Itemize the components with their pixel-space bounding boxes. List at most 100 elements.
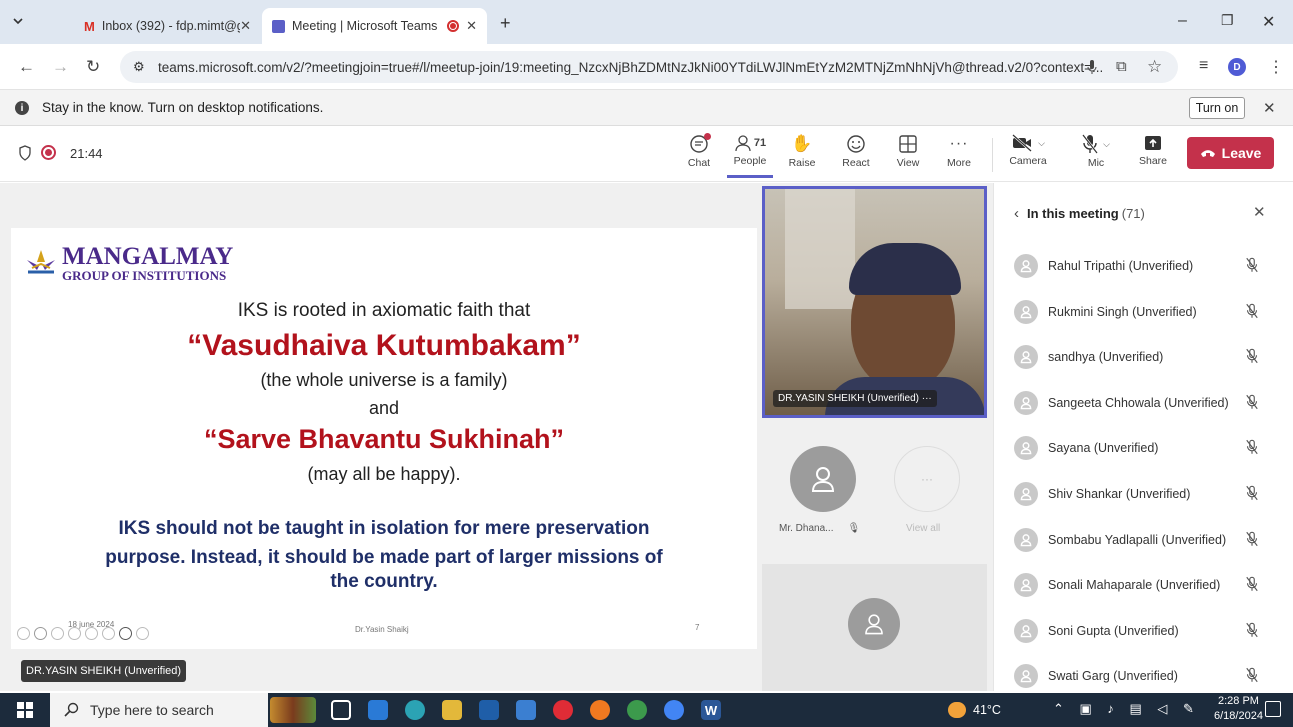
participant-row[interactable]: Rahul Tripathi (Unverified): [1014, 251, 1274, 281]
chevron-down-icon[interactable]: ⌵: [1038, 138, 1045, 149]
browser-menu-icon[interactable]: ⋮: [1268, 57, 1284, 77]
weather-icon: [948, 702, 966, 718]
url-text: teams.microsoft.com/v2/?meetingjoin=true…: [158, 59, 1104, 75]
forward-icon[interactable]: →: [52, 57, 69, 77]
participant-name: Rahul Tripathi (Unverified): [1048, 259, 1194, 273]
chrome-active-icon[interactable]: [664, 700, 684, 720]
participant-row[interactable]: Sangeeta Chhowala (Unverified): [1014, 388, 1274, 418]
restore-button[interactable]: ❐: [1221, 12, 1234, 29]
store-icon[interactable]: [479, 700, 499, 720]
participant-tile-dhana[interactable]: [790, 446, 856, 512]
reload-icon[interactable]: ↻: [86, 57, 100, 77]
avatar: [1014, 527, 1038, 552]
participant-row[interactable]: Shiv Shankar (Unverified): [1014, 479, 1274, 509]
mic-off-icon: [1246, 303, 1258, 319]
people-button[interactable]: 71 People: [727, 134, 773, 178]
view-all-tile[interactable]: ···: [894, 446, 960, 512]
participant-name: Swati Garg (Unverified): [1048, 669, 1178, 684]
url-field[interactable]: ⚙ teams.microsoft.com/v2/?meetingjoin=tr…: [120, 51, 1178, 83]
slide-nav-controls[interactable]: [17, 627, 149, 640]
notifications-icon[interactable]: [1265, 701, 1281, 717]
people-panel: ‹ In this meeting (71) ✕ Rahul Tripathi …: [993, 183, 1293, 691]
close-panel-icon[interactable]: ✕: [1253, 203, 1266, 221]
windows-start-icon[interactable]: [17, 702, 33, 718]
chat-button[interactable]: Chat: [676, 133, 722, 178]
participant-row[interactable]: Rukmini Singh (Unverified): [1014, 297, 1274, 327]
participant-row[interactable]: Sayana (Unverified): [1014, 433, 1274, 463]
participant-row[interactable]: Swati Garg (Unverified): [1014, 661, 1274, 691]
bookmark-star-icon[interactable]: ☆: [1147, 57, 1162, 77]
mic-off-icon: [1082, 134, 1099, 154]
mail-app-icon[interactable]: [368, 700, 388, 720]
avatar: [1014, 664, 1038, 689]
app-icon[interactable]: [516, 700, 536, 720]
hand-icon: ✋: [791, 134, 813, 153]
avatar: [1014, 573, 1038, 598]
raise-hand-button[interactable]: ✋ Raise: [779, 134, 825, 178]
share-button[interactable]: Share: [1130, 134, 1176, 178]
chevron-down-icon[interactable]: ⌵: [1103, 139, 1110, 150]
more-label: More: [947, 157, 971, 169]
meeting-timer: 21:44: [70, 146, 103, 161]
profile-avatar[interactable]: D: [1228, 58, 1246, 76]
mic-button[interactable]: ⌵ Mic: [1071, 134, 1121, 178]
view-button[interactable]: View: [885, 134, 931, 178]
more-icon: ···: [949, 135, 969, 152]
close-window-button[interactable]: ✕: [1262, 12, 1275, 32]
leave-label: Leave: [1221, 145, 1262, 161]
tab-search-chevron-icon[interactable]: [12, 15, 24, 27]
logo-subtitle: GROUP OF INSTITUTIONS: [62, 268, 227, 283]
reading-list-icon[interactable]: ≡: [1199, 57, 1208, 75]
camera-button[interactable]: ⌵ Camera: [1003, 134, 1053, 178]
mic-off-icon: [1246, 576, 1258, 592]
taskbar-search-input[interactable]: Type here to search: [50, 693, 268, 727]
new-tab-button[interactable]: +: [500, 13, 511, 34]
mic-off-icon: [1246, 622, 1258, 638]
tab-teams-meeting[interactable]: Meeting | Microsoft Teams ✕: [262, 8, 487, 44]
tab-gmail[interactable]: M Inbox (392) - fdp.mimt@gmail.c ✕: [74, 8, 261, 44]
browser-tab-strip: M Inbox (392) - fdp.mimt@gmail.c ✕ Meeti…: [0, 0, 1293, 44]
search-placeholder: Type here to search: [90, 702, 214, 718]
participant-row[interactable]: Sonali Mahaparale (Unverified): [1014, 570, 1274, 600]
mic-search-icon[interactable]: [1087, 59, 1097, 75]
turn-on-button[interactable]: Turn on: [1189, 97, 1245, 119]
slide-bold-line-2: purpose. Instead, it should be made part…: [105, 547, 663, 568]
clock-time: 2:28 PM: [1217, 695, 1259, 707]
more-button[interactable]: ··· More: [936, 134, 982, 178]
system-tray-icons[interactable]: ⌃ ▣ ♪ ▤ ◁ ✎: [1053, 701, 1200, 717]
panel-count: (71): [1121, 206, 1145, 221]
firefox-icon[interactable]: [590, 700, 610, 720]
participant-row[interactable]: Sombabu Yadlapalli (Unverified): [1014, 525, 1274, 555]
cast-icon[interactable]: ⧉: [1116, 58, 1127, 75]
notification-bar: i Stay in the know. Turn on desktop noti…: [0, 90, 1293, 126]
weather-temp[interactable]: 41°C: [973, 703, 1001, 717]
video-tile-placeholder[interactable]: [762, 564, 987, 691]
logo-title: MANGALMAY: [62, 243, 234, 270]
minimize-button[interactable]: –: [1178, 12, 1187, 30]
presenter-video-tile[interactable]: DR.YASIN SHEIKH (Unverified) ···: [762, 186, 987, 418]
react-button[interactable]: React: [833, 134, 879, 178]
slide-line-4: (may all be happy).: [307, 464, 461, 484]
dismiss-notification-icon[interactable]: ✕: [1263, 99, 1276, 117]
participant-row[interactable]: sandhya (Unverified): [1014, 342, 1274, 372]
chrome-icon[interactable]: [627, 700, 647, 720]
slide-quote-2: “Sarve Bhavantu Sukhinah”: [203, 424, 565, 454]
site-settings-icon[interactable]: ⚙: [133, 59, 145, 75]
file-explorer-icon[interactable]: [442, 700, 462, 720]
back-icon[interactable]: ←: [18, 57, 35, 77]
raise-label: Raise: [788, 157, 816, 169]
task-view-icon[interactable]: [331, 700, 351, 720]
search-icon: [64, 702, 79, 717]
clock[interactable]: 2:28 PM 6/18/2024: [1214, 694, 1263, 724]
word-icon[interactable]: W: [701, 700, 721, 720]
opera-icon[interactable]: [553, 700, 573, 720]
recording-indicator-icon: [41, 145, 56, 160]
chevron-left-icon[interactable]: ‹: [1014, 205, 1019, 222]
slide-bold-line-1: IKS should not be taught in isolation fo…: [118, 518, 650, 539]
participant-row[interactable]: Soni Gupta (Unverified): [1014, 616, 1274, 646]
edge-browser-icon[interactable]: [405, 700, 425, 720]
participant-name: Soni Gupta (Unverified): [1048, 623, 1179, 638]
leave-button[interactable]: Leave: [1187, 137, 1274, 169]
close-tab-icon[interactable]: ✕: [466, 18, 477, 34]
close-tab-icon[interactable]: ✕: [240, 18, 251, 34]
